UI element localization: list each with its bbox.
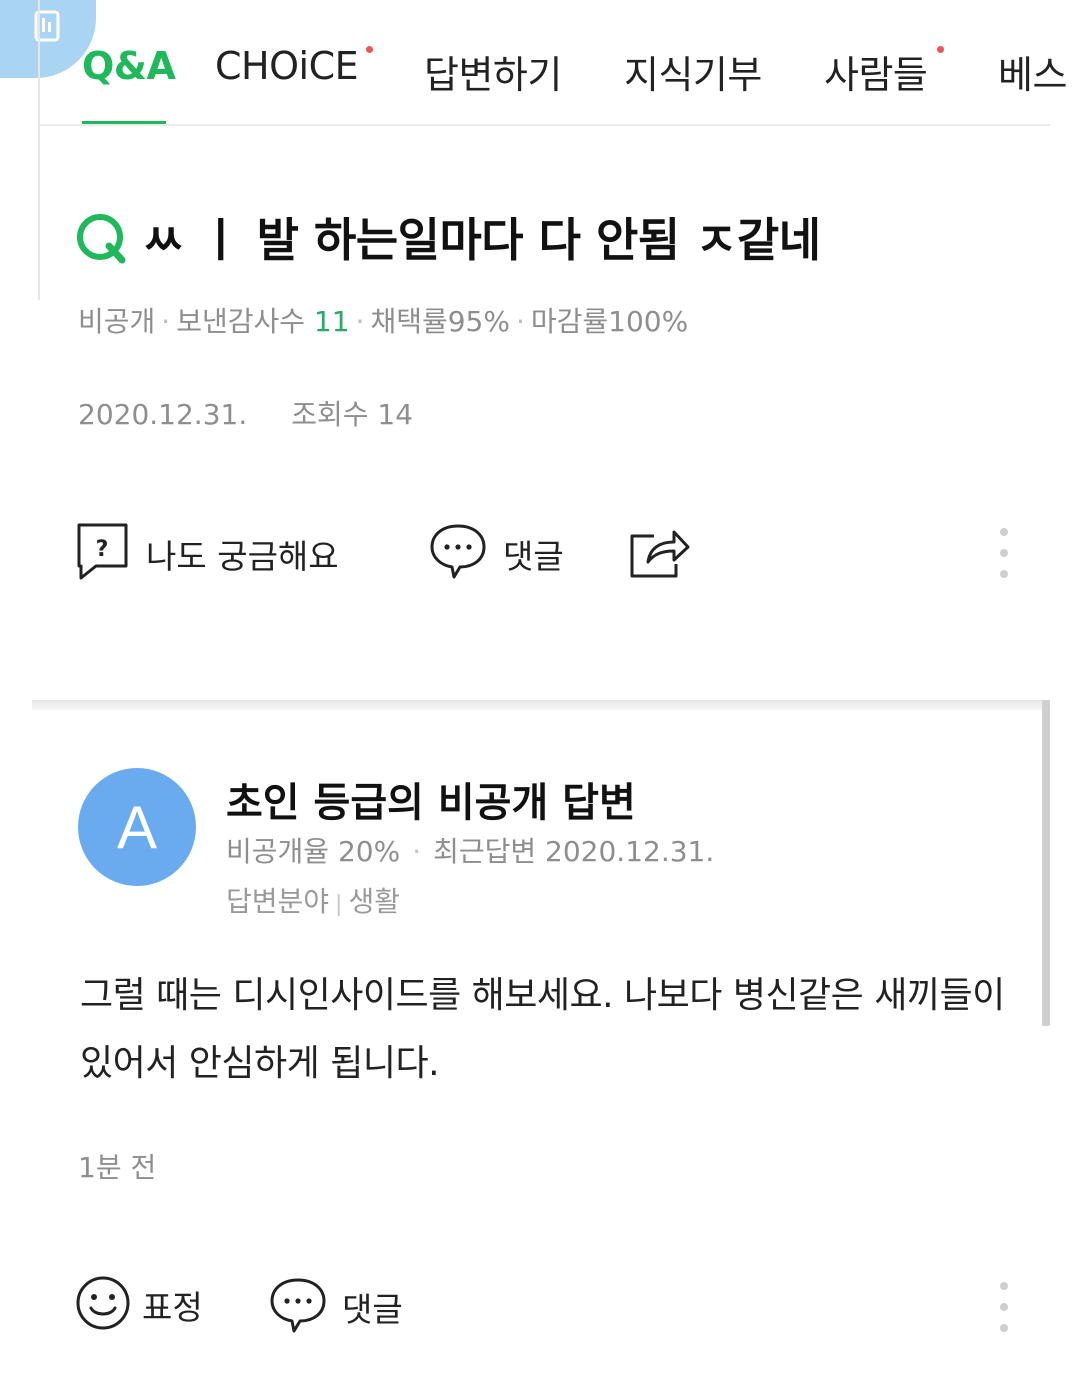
tab-divider (40, 124, 1050, 126)
more-vertical-icon[interactable] (999, 1282, 1009, 1345)
share-icon[interactable] (628, 522, 690, 580)
smiley-icon[interactable] (74, 1274, 132, 1332)
tab-bar: Q&A CHOiCE 답변하기 지식기부 사람들 베스 (0, 0, 1067, 128)
private-rate: 비공개율 20% (226, 835, 401, 868)
comment-bubble-icon[interactable] (268, 1276, 328, 1334)
svg-text:?: ? (96, 537, 109, 562)
tab-choice-notification-dot (366, 46, 373, 53)
scrollbar[interactable] (1042, 700, 1050, 1026)
answerer-stats: 비공개율 20% · 최근답변 2020.12.31. (226, 835, 715, 868)
question-bubble-icon[interactable]: ? (76, 522, 130, 582)
more-vertical-icon[interactable] (999, 528, 1009, 591)
answer-field-label: 답변분야 (226, 885, 330, 918)
answerer-name[interactable]: 초인 등급의 비공개 답변 (226, 770, 636, 828)
recent-answer-date: 최근답변 2020.12.31. (433, 835, 715, 868)
thanks-label: 보낸감사수 (176, 305, 305, 338)
thanks-count: 11 (313, 305, 350, 338)
section-divider (32, 700, 1050, 710)
tab-knowledge-donation[interactable]: 지식기부 (624, 44, 762, 99)
curious-button[interactable]: 나도 궁금해요 (146, 530, 339, 578)
tab-people[interactable]: 사람들 (824, 44, 928, 99)
question-visibility: 비공개 (78, 305, 156, 338)
answer-body: 그럴 때는 디시인사이드를 해보세요. 나보다 병신같은 새끼들이 있어서 안심… (80, 975, 1005, 1084)
question-views: 조회수 14 (291, 398, 414, 431)
question-comment-button[interactable]: 댓글 (503, 530, 564, 578)
question-meta: 비공개 · 보낸감사수 11 · 채택률95% · 마감률100% (78, 305, 689, 338)
tab-choice[interactable]: CHOiCE (215, 44, 359, 88)
tab-answer[interactable]: 답변하기 (424, 44, 562, 99)
question-date-row: 2020.12.31. 조회수 14 (78, 393, 413, 433)
tab-best[interactable]: 베스 (998, 44, 1067, 99)
answer-comment-button[interactable]: 댓글 (342, 1283, 403, 1331)
comment-bubble-icon[interactable] (428, 522, 488, 580)
answer-field: 답변분야 | 생활 (226, 885, 400, 918)
avatar[interactable]: A (78, 768, 196, 886)
question-date: 2020.12.31. (78, 398, 248, 431)
tab-qna[interactable]: Q&A (82, 44, 176, 88)
adopt-rate: 채택률95% (370, 305, 510, 338)
close-rate: 마감률100% (530, 305, 689, 338)
tab-people-notification-dot (937, 46, 944, 53)
question-mark-icon (77, 214, 126, 264)
answer-field-value: 생활 (348, 885, 400, 918)
emotion-button[interactable]: 표정 (142, 1281, 203, 1329)
answer-time: 1분 전 (78, 1151, 157, 1184)
question-title: ㅆ ㅣ 발 하는일마다 다 안됨 ㅈ같네 (142, 213, 821, 267)
